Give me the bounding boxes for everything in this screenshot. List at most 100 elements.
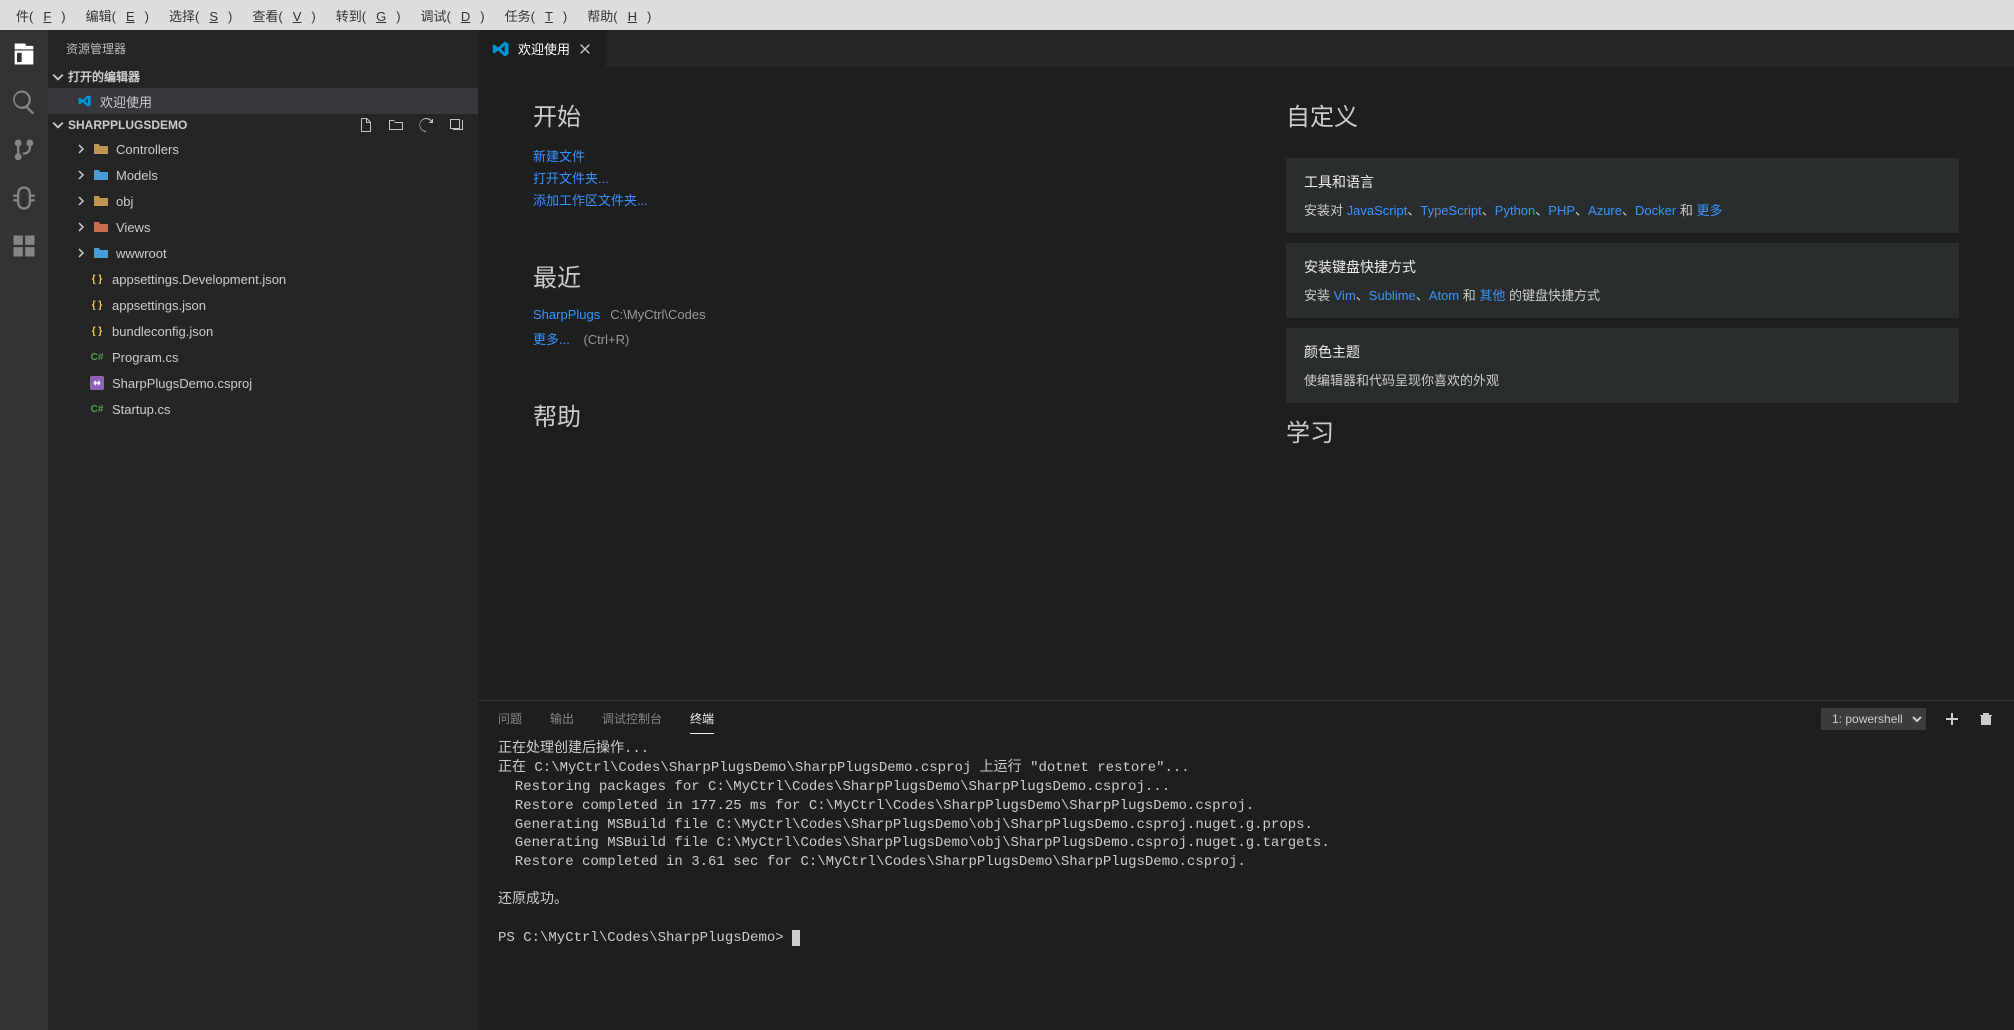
customize-card[interactable]: 工具和语言安装对 JavaScript、TypeScript、Python、PH… bbox=[1286, 158, 1959, 233]
folder-icon bbox=[92, 193, 110, 209]
tree-item[interactable]: Controllers bbox=[48, 136, 478, 162]
learn-heading: 学习 bbox=[1286, 413, 1959, 448]
recent-heading: 最近 bbox=[533, 258, 1206, 293]
tree-item-label: obj bbox=[116, 194, 133, 209]
tree-item-label: appsettings.json bbox=[112, 298, 206, 313]
tree-item[interactable]: obj bbox=[48, 188, 478, 214]
welcome-start: 开始 新建文件打开文件夹... 添加工作区文件夹... bbox=[533, 97, 1206, 212]
file-badge: { } bbox=[88, 297, 106, 313]
menu-h[interactable]: 帮助(H) bbox=[577, 6, 661, 25]
terminal-select[interactable]: 1: powershell bbox=[1821, 708, 1926, 730]
panel-tab[interactable]: 调试控制台 bbox=[602, 704, 662, 734]
lang-link[interactable]: PHP bbox=[1548, 203, 1575, 218]
tree-item-label: Models bbox=[116, 168, 158, 183]
folder-icon bbox=[92, 167, 110, 183]
add-terminal-icon[interactable] bbox=[1944, 711, 1960, 727]
kill-terminal-icon[interactable] bbox=[1978, 711, 1994, 727]
lang-link[interactable]: Docker bbox=[1635, 203, 1676, 218]
tree-item-label: appsettings.Development.json bbox=[112, 272, 286, 287]
start-link[interactable]: 添加工作区文件夹... bbox=[533, 190, 648, 209]
tree-item-label: Controllers bbox=[116, 142, 179, 157]
editor-area: 欢迎使用 开始 新建文件打开文件夹... 添加工作区文件夹... 最近 Sharp… bbox=[478, 30, 2014, 1030]
tree-item-label: Program.cs bbox=[112, 350, 178, 365]
editor-tabbar: 欢迎使用 bbox=[478, 30, 2014, 67]
start-heading: 开始 bbox=[533, 97, 1206, 132]
lang-link[interactable]: Atom bbox=[1429, 288, 1459, 303]
panel-tab[interactable]: 问题 bbox=[498, 704, 522, 734]
menu-t[interactable]: 任务(T) bbox=[495, 6, 578, 25]
chevron-right-icon bbox=[76, 222, 86, 232]
activity-bar bbox=[0, 30, 48, 1030]
folder-icon bbox=[92, 219, 110, 235]
extensions-icon[interactable] bbox=[10, 232, 38, 260]
file-badge: { } bbox=[88, 271, 106, 287]
chevron-right-icon bbox=[76, 170, 86, 180]
vscode-icon bbox=[76, 93, 94, 109]
explorer-icon[interactable] bbox=[10, 40, 38, 68]
open-editors-header[interactable]: 打开的编辑器 bbox=[48, 65, 478, 88]
menu-s[interactable]: 选择(S) bbox=[159, 6, 242, 25]
chevron-right-icon bbox=[76, 248, 86, 258]
debug-icon[interactable] bbox=[10, 184, 38, 212]
search-icon[interactable] bbox=[10, 88, 38, 116]
menu-v[interactable]: 查看(V) bbox=[242, 6, 325, 25]
new-file-icon[interactable] bbox=[358, 117, 374, 133]
start-link[interactable]: 打开文件夹... bbox=[533, 168, 609, 187]
tree-item-label: Startup.cs bbox=[112, 402, 171, 417]
tree-item[interactable]: { }bundleconfig.json bbox=[48, 318, 478, 344]
welcome-recent: 最近 SharpPlugsC:\MyCtrl\Codes 更多... (Ctrl… bbox=[533, 258, 1206, 351]
workspace-header[interactable]: SHARPPLUGSDEMO bbox=[48, 114, 478, 136]
new-folder-icon[interactable] bbox=[388, 117, 404, 133]
lang-link[interactable]: Python bbox=[1495, 203, 1535, 218]
refresh-icon[interactable] bbox=[418, 117, 434, 133]
tree-item-label: SharpPlugsDemo.csproj bbox=[112, 376, 252, 391]
tree-item-label: wwwroot bbox=[116, 246, 167, 261]
tree-item[interactable]: C# Program.cs bbox=[48, 344, 478, 370]
sidebar-title: 资源管理器 bbox=[48, 30, 478, 65]
file-badge: { } bbox=[88, 323, 106, 339]
recent-more-link[interactable]: 更多... bbox=[533, 329, 570, 348]
menubar: 件(F)编辑(E)选择(S)查看(V)转到(G)调试(D)任务(T)帮助(H) bbox=[0, 0, 2014, 30]
close-icon[interactable] bbox=[578, 42, 592, 56]
customize-card[interactable]: 安装键盘快捷方式安装 Vim、Sublime、Atom 和 其他 的键盘快捷方式 bbox=[1286, 243, 1959, 318]
menu-d[interactable]: 调试(D) bbox=[411, 6, 495, 25]
chevron-right-icon bbox=[76, 144, 86, 154]
csproj-icon bbox=[88, 375, 106, 391]
lang-link[interactable]: Azure bbox=[1588, 203, 1622, 218]
tree-item[interactable]: C#Startup.cs bbox=[48, 396, 478, 422]
bottom-panel: 问题输出调试控制台终端 1: powershell 正在处理创建后操作... 正… bbox=[478, 700, 2014, 1030]
tree-item[interactable]: { } appsettings.json bbox=[48, 292, 478, 318]
tab-welcome[interactable]: 欢迎使用 bbox=[478, 30, 607, 67]
start-link[interactable]: 新建文件 bbox=[533, 146, 585, 165]
open-editor-item[interactable]: 欢迎使用 bbox=[48, 88, 478, 114]
tab-label: 欢迎使用 bbox=[518, 39, 570, 58]
chevron-down-icon bbox=[52, 119, 64, 131]
vscode-icon bbox=[492, 40, 510, 58]
lang-link[interactable]: Sublime bbox=[1369, 288, 1416, 303]
folder-icon bbox=[92, 245, 110, 261]
sidebar: 资源管理器 打开的编辑器 欢迎使用 SHARPPLUGSDEMO Control… bbox=[48, 30, 478, 1030]
customize-card[interactable]: 颜色主题使编辑器和代码呈现你喜欢的外观 bbox=[1286, 328, 1959, 403]
tree-item[interactable]: { } appsettings.Development.json bbox=[48, 266, 478, 292]
terminal-output[interactable]: 正在处理创建后操作... 正在 C:\MyCtrl\Codes\SharpPlu… bbox=[478, 736, 2014, 1030]
welcome-help: 帮助 bbox=[533, 397, 1206, 432]
tree-item[interactable]: wwwroot bbox=[48, 240, 478, 266]
welcome-page: 开始 新建文件打开文件夹... 添加工作区文件夹... 最近 SharpPlugs… bbox=[478, 67, 2014, 700]
tree-item[interactable]: SharpPlugsDemo.csproj bbox=[48, 370, 478, 396]
lang-link[interactable]: JavaScript bbox=[1347, 203, 1408, 218]
source-control-icon[interactable] bbox=[10, 136, 38, 164]
menu-e[interactable]: 编辑(E) bbox=[76, 6, 159, 25]
panel-tab[interactable]: 输出 bbox=[550, 704, 574, 734]
tree-item[interactable]: Models bbox=[48, 162, 478, 188]
panel-tab[interactable]: 终端 bbox=[690, 704, 714, 734]
collapse-all-icon[interactable] bbox=[448, 117, 464, 133]
chevron-right-icon bbox=[76, 196, 86, 206]
tree-item[interactable]: Views bbox=[48, 214, 478, 240]
menu-f[interactable]: 件(F) bbox=[6, 6, 76, 25]
file-badge: C# bbox=[88, 349, 106, 365]
menu-g[interactable]: 转到(G) bbox=[326, 6, 411, 25]
lang-link[interactable]: TypeScript bbox=[1420, 203, 1481, 218]
chevron-down-icon bbox=[52, 71, 64, 83]
recent-item-link[interactable]: SharpPlugs bbox=[533, 307, 600, 322]
lang-link[interactable]: Vim bbox=[1334, 288, 1356, 303]
